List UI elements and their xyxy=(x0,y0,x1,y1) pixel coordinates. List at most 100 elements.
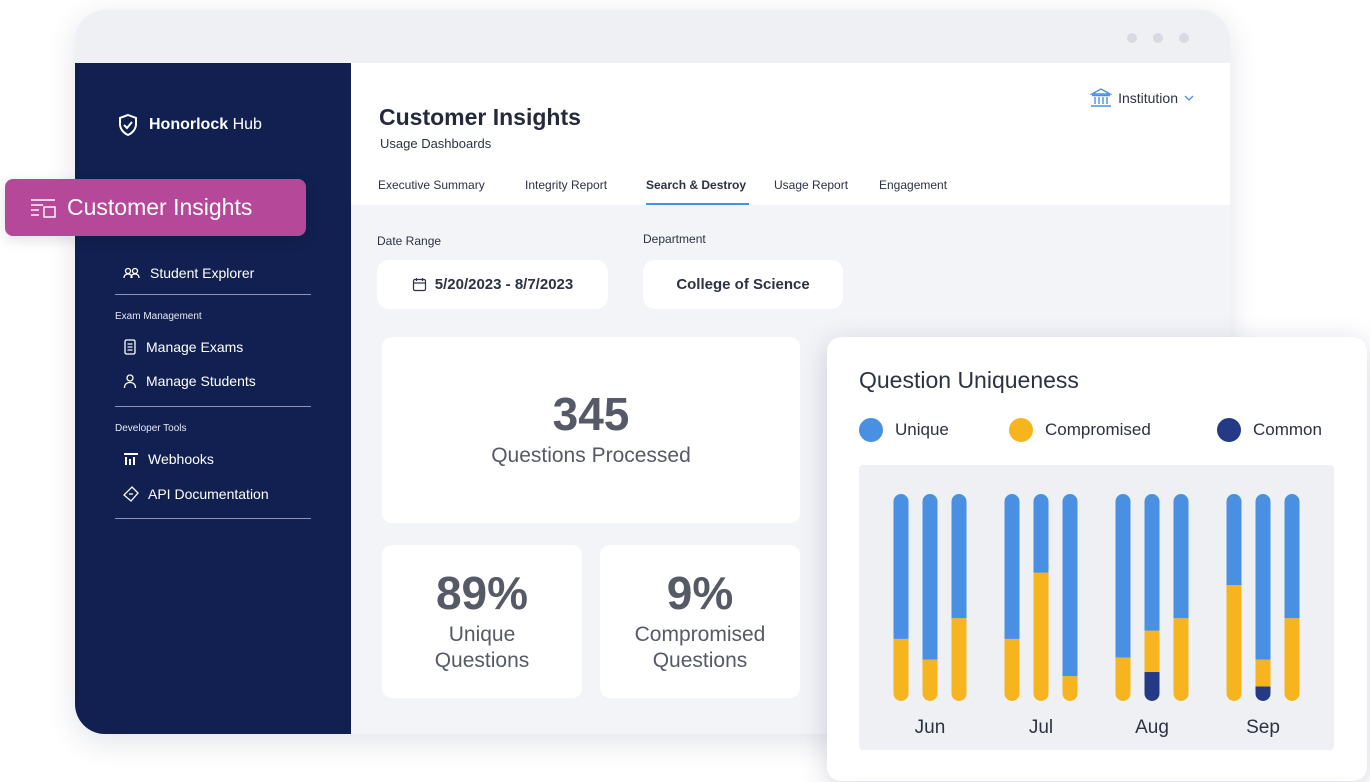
questions-processed-value: 345 xyxy=(552,388,630,441)
chart-title: Question Uniqueness xyxy=(859,367,1079,393)
date-range-picker[interactable]: 5/20/2023 - 8/7/2023 xyxy=(377,260,608,309)
bar-segment-compromised xyxy=(1255,659,1271,687)
sidebar-item-label: Student Explorer xyxy=(150,265,255,281)
bar-segment-compromised xyxy=(922,659,938,701)
bar-segment-compromised xyxy=(1062,676,1078,701)
building-icon xyxy=(1090,88,1113,107)
chevron-down-icon xyxy=(1184,95,1194,101)
legend-item-unique: Unique xyxy=(859,418,949,442)
tab-integrity-report[interactable]: Integrity Report xyxy=(525,178,607,192)
bar-segment-unique xyxy=(922,494,938,660)
page-subtitle: Usage Dashboards xyxy=(380,136,492,151)
active-tab-indicator xyxy=(646,203,749,205)
bar-segment-compromised xyxy=(1115,657,1131,701)
x-tick-label: Jul xyxy=(1029,717,1053,738)
questions-processed-card: 345 Questions Processed xyxy=(382,337,800,523)
bar-segment-common xyxy=(1144,672,1160,701)
x-tick-label: Aug xyxy=(1135,717,1169,738)
questions-processed-label: Questions Processed xyxy=(491,444,691,468)
department-selector[interactable]: College of Science xyxy=(643,260,843,309)
sidebar-item-label: Manage Students xyxy=(146,373,256,389)
sidebar: Honorlock Hub Student Explorer Exam Mana… xyxy=(75,63,351,734)
legend-item-common: Common xyxy=(1217,418,1322,442)
customer-insights-label: Customer Insights xyxy=(67,194,253,220)
users-icon xyxy=(123,267,140,279)
sidebar-section-heading: Exam Management xyxy=(115,311,202,322)
plot-area: Jun Jul Aug Sep xyxy=(859,465,1334,750)
dashboard-list-icon xyxy=(31,198,56,218)
legend-swatch xyxy=(859,418,883,442)
bar-segment-unique xyxy=(1004,494,1020,639)
sidebar-item-label: API Documentation xyxy=(148,486,269,502)
brand-logo[interactable]: Honorlock Hub xyxy=(117,113,262,137)
department-label: Department xyxy=(643,232,706,246)
compromised-questions-card: 9% Compromised Questions xyxy=(600,545,800,698)
sidebar-item-api-documentation[interactable]: API Documentation xyxy=(123,486,269,502)
window-dot xyxy=(1127,33,1137,43)
shield-check-icon xyxy=(119,113,137,137)
code-icon xyxy=(123,486,139,502)
bar-segment-unique xyxy=(1144,494,1160,631)
webhook-icon xyxy=(124,453,138,465)
bar-segment-compromised xyxy=(1284,618,1300,701)
bar-segment-unique xyxy=(1033,494,1049,573)
compromised-questions-value: 9% xyxy=(666,567,734,620)
department-value: College of Science xyxy=(676,276,810,293)
tab-usage-report[interactable]: Usage Report xyxy=(774,178,848,192)
unique-questions-card: 89% Unique Questions xyxy=(382,545,582,698)
window-titlebar xyxy=(75,10,1230,63)
customer-insights-nav-highlight[interactable]: Customer Insights xyxy=(5,179,306,236)
x-tick-label: Jun xyxy=(915,717,946,738)
bar-segment-unique xyxy=(951,494,967,619)
brand-name: Honorlock xyxy=(149,116,229,133)
brand-suffix: Hub xyxy=(232,116,262,133)
sidebar-divider xyxy=(115,518,311,519)
calendar-icon xyxy=(412,278,426,292)
legend-label: Unique xyxy=(895,420,949,439)
bar-segment-unique xyxy=(1173,494,1189,619)
legend-label: Common xyxy=(1253,420,1322,439)
tab-search-destroy[interactable]: Search & Destroy xyxy=(646,178,746,192)
unique-questions-label: Unique Questions xyxy=(434,623,530,672)
bar-segment-compromised xyxy=(893,638,909,701)
tab-executive-summary[interactable]: Executive Summary xyxy=(378,178,485,192)
sidebar-item-label: Webhooks xyxy=(148,451,214,467)
tab-engagement[interactable]: Engagement xyxy=(879,178,947,192)
bar-segment-common xyxy=(1255,686,1271,701)
user-icon xyxy=(123,374,137,389)
date-range-label: Date Range xyxy=(377,234,442,248)
bar-segment-unique xyxy=(893,494,909,639)
bar-segment-compromised xyxy=(1033,572,1049,701)
bar-segment-compromised xyxy=(1144,630,1160,673)
bar-segment-compromised xyxy=(951,618,967,701)
sidebar-item-manage-students[interactable]: Manage Students xyxy=(123,373,256,389)
unique-questions-value: 89% xyxy=(435,567,529,620)
bar-segment-unique xyxy=(1062,494,1078,677)
date-range-value: 5/20/2023 - 8/7/2023 xyxy=(434,276,574,293)
main-header: Customer Insights Usage Dashboards Insti… xyxy=(351,63,1230,205)
institution-label: Institution xyxy=(1118,90,1178,106)
bar-segment-unique xyxy=(1255,494,1271,660)
sidebar-item-label: Manage Exams xyxy=(146,339,244,355)
bar-segment-unique xyxy=(1284,494,1300,619)
legend-label: Compromised xyxy=(1045,420,1151,439)
sidebar-item-manage-exams[interactable]: Manage Exams xyxy=(123,339,243,355)
bar-segment-unique xyxy=(1115,494,1131,658)
bar-segment-compromised xyxy=(1226,585,1242,701)
sidebar-section-heading: Developer Tools xyxy=(115,423,187,434)
question-uniqueness-card: Question Uniqueness Unique Compromised C… xyxy=(827,337,1367,781)
sidebar-divider xyxy=(115,406,311,407)
legend-swatch xyxy=(1009,418,1033,442)
sidebar-item-webhooks[interactable]: Webhooks xyxy=(123,451,214,467)
question-uniqueness-chart: Jun Jul Aug Sep xyxy=(893,494,1300,738)
bar-segment-unique xyxy=(1226,494,1242,586)
sidebar-divider xyxy=(115,294,311,295)
document-icon xyxy=(124,339,136,355)
x-tick-label: Sep xyxy=(1246,717,1280,738)
institution-selector[interactable]: Institution xyxy=(1090,88,1194,108)
bar-segment-compromised xyxy=(1004,638,1020,701)
sidebar-item-student-explorer[interactable]: Student Explorer xyxy=(123,265,254,281)
compromised-questions-label: Compromised Questions xyxy=(634,623,766,672)
legend-swatch xyxy=(1217,418,1241,442)
legend-item-compromised: Compromised xyxy=(1009,418,1151,442)
